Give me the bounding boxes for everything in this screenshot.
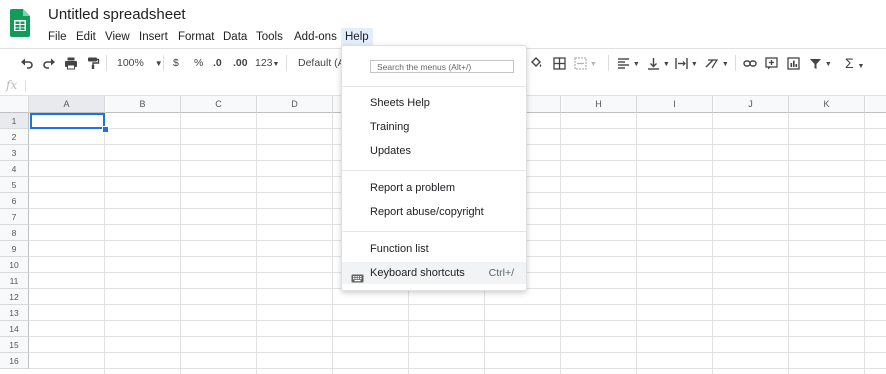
column-header[interactable]: J [713, 96, 789, 113]
insert-link-icon[interactable] [743, 49, 757, 77]
menu-item-label: Sheets Help [370, 97, 430, 109]
vertical-align-icon[interactable]: ▼ [647, 49, 670, 77]
column-header[interactable] [865, 96, 886, 113]
menu-file[interactable]: File [48, 28, 67, 46]
borders-icon[interactable] [553, 49, 566, 77]
zoom-select[interactable]: 100% ▼ [117, 49, 163, 77]
menu-item-label: Report abuse/copyright [370, 206, 484, 218]
chevron-down-icon: ▼ [589, 61, 597, 68]
menu-divider [342, 170, 526, 171]
chevron-down-icon: ▼ [632, 61, 640, 68]
functions-icon[interactable]: Σ ▼ [845, 49, 864, 77]
print-icon[interactable] [64, 49, 78, 77]
chevron-down-icon: ▼ [857, 63, 865, 70]
menu-view[interactable]: View [105, 28, 130, 46]
menu-item-label: Function list [370, 243, 429, 255]
row-header[interactable]: 15 [0, 337, 29, 353]
menu-item-report-abuse[interactable]: Report abuse/copyright [342, 201, 526, 223]
menu-item-label: Training [370, 121, 410, 133]
insert-comment-icon[interactable] [765, 49, 778, 77]
sheets-logo-icon[interactable] [10, 9, 30, 37]
menu-item-label: Updates [370, 145, 411, 157]
more-formats-label: 123 [255, 57, 273, 69]
menu-item-function-list[interactable]: Function list [342, 238, 526, 260]
document-title[interactable]: Untitled spreadsheet [48, 6, 186, 23]
menu-item-training[interactable]: Training [342, 116, 526, 138]
fx-icon: fx [6, 78, 18, 92]
column-header[interactable]: C [181, 96, 257, 113]
chevron-down-icon: ▼ [690, 61, 698, 68]
row-header[interactable]: 3 [0, 145, 29, 161]
row-header[interactable]: 1 [0, 113, 29, 129]
column-header[interactable]: A [29, 96, 105, 113]
fill-handle[interactable] [102, 126, 109, 133]
search-menus-input[interactable]: Search the menus (Alt+/) [370, 60, 514, 73]
column-header[interactable]: K [789, 96, 865, 113]
shortcut-hint: Ctrl+/ [488, 267, 514, 279]
chevron-down-icon: ▼ [154, 59, 163, 68]
row-header[interactable]: 13 [0, 305, 29, 321]
filter-icon[interactable]: ▼ [809, 49, 832, 77]
text-rotation-icon[interactable]: ▼ [705, 49, 729, 77]
menu-data[interactable]: Data [223, 28, 247, 46]
zoom-value: 100% [117, 57, 144, 69]
row-header[interactable]: 9 [0, 241, 29, 257]
column-header[interactable]: D [257, 96, 333, 113]
row-header[interactable]: 4 [0, 161, 29, 177]
redo-icon[interactable] [42, 49, 56, 77]
chevron-down-icon: ▼ [662, 61, 670, 68]
menu-insert[interactable]: Insert [139, 28, 168, 46]
formula-divider [25, 80, 26, 92]
row-header[interactable]: 14 [0, 321, 29, 337]
row-header[interactable]: 6 [0, 193, 29, 209]
row-header[interactable]: 5 [0, 177, 29, 193]
menu-addons[interactable]: Add-ons [294, 28, 337, 46]
more-formats-button[interactable]: 123▼ [255, 49, 279, 77]
column-header[interactable]: I [637, 96, 713, 113]
menu-divider [342, 231, 526, 232]
menu-item-report-problem[interactable]: Report a problem [342, 177, 526, 199]
percent-format-button[interactable]: % [194, 49, 203, 77]
chevron-down-icon: ▼ [721, 61, 729, 68]
select-all-corner[interactable] [0, 96, 29, 113]
column-header[interactable]: H [561, 96, 637, 113]
menu-item-updates[interactable]: Updates [342, 140, 526, 162]
row-header[interactable]: 11 [0, 273, 29, 289]
chevron-down-icon: ▼ [824, 61, 832, 68]
menu-divider [342, 86, 526, 87]
chevron-down-icon: ▼ [272, 61, 280, 68]
fill-color-icon[interactable] [529, 49, 543, 77]
horizontal-align-icon[interactable]: ▼ [617, 49, 640, 77]
menu-item-keyboard-shortcuts[interactable]: Keyboard shortcuts Ctrl+/ [342, 262, 526, 284]
menu-item-sheets-help[interactable]: Sheets Help [342, 92, 526, 114]
column-header[interactable]: B [105, 96, 181, 113]
menu-item-label: Keyboard shortcuts [370, 267, 465, 279]
menu-item-label: Report a problem [370, 182, 455, 194]
menu-edit[interactable]: Edit [76, 28, 96, 46]
row-header[interactable]: 10 [0, 257, 29, 273]
merge-cells-icon[interactable]: ▼ [574, 49, 597, 77]
row-header[interactable]: 8 [0, 225, 29, 241]
menu-help[interactable]: Help [341, 28, 373, 46]
row-header[interactable]: 2 [0, 129, 29, 145]
undo-icon[interactable] [20, 49, 34, 77]
help-menu-dropdown: Search the menus (Alt+/) Sheets Help Tra… [341, 45, 527, 291]
selected-cell-a1[interactable] [30, 113, 105, 129]
currency-format-button[interactable]: $ [173, 49, 179, 77]
row-header[interactable]: 12 [0, 289, 29, 305]
increase-decimal-button[interactable]: .00 [233, 49, 248, 77]
paint-format-icon[interactable] [86, 49, 100, 77]
keyboard-icon [351, 269, 364, 291]
menu-tools[interactable]: Tools [256, 28, 283, 46]
row-header[interactable]: 16 [0, 353, 29, 369]
text-wrapping-icon[interactable]: ▼ [675, 49, 698, 77]
decrease-decimal-button[interactable]: .0 [213, 49, 222, 77]
row-header[interactable]: 7 [0, 209, 29, 225]
insert-chart-icon[interactable] [787, 49, 800, 77]
menu-format[interactable]: Format [178, 28, 214, 46]
